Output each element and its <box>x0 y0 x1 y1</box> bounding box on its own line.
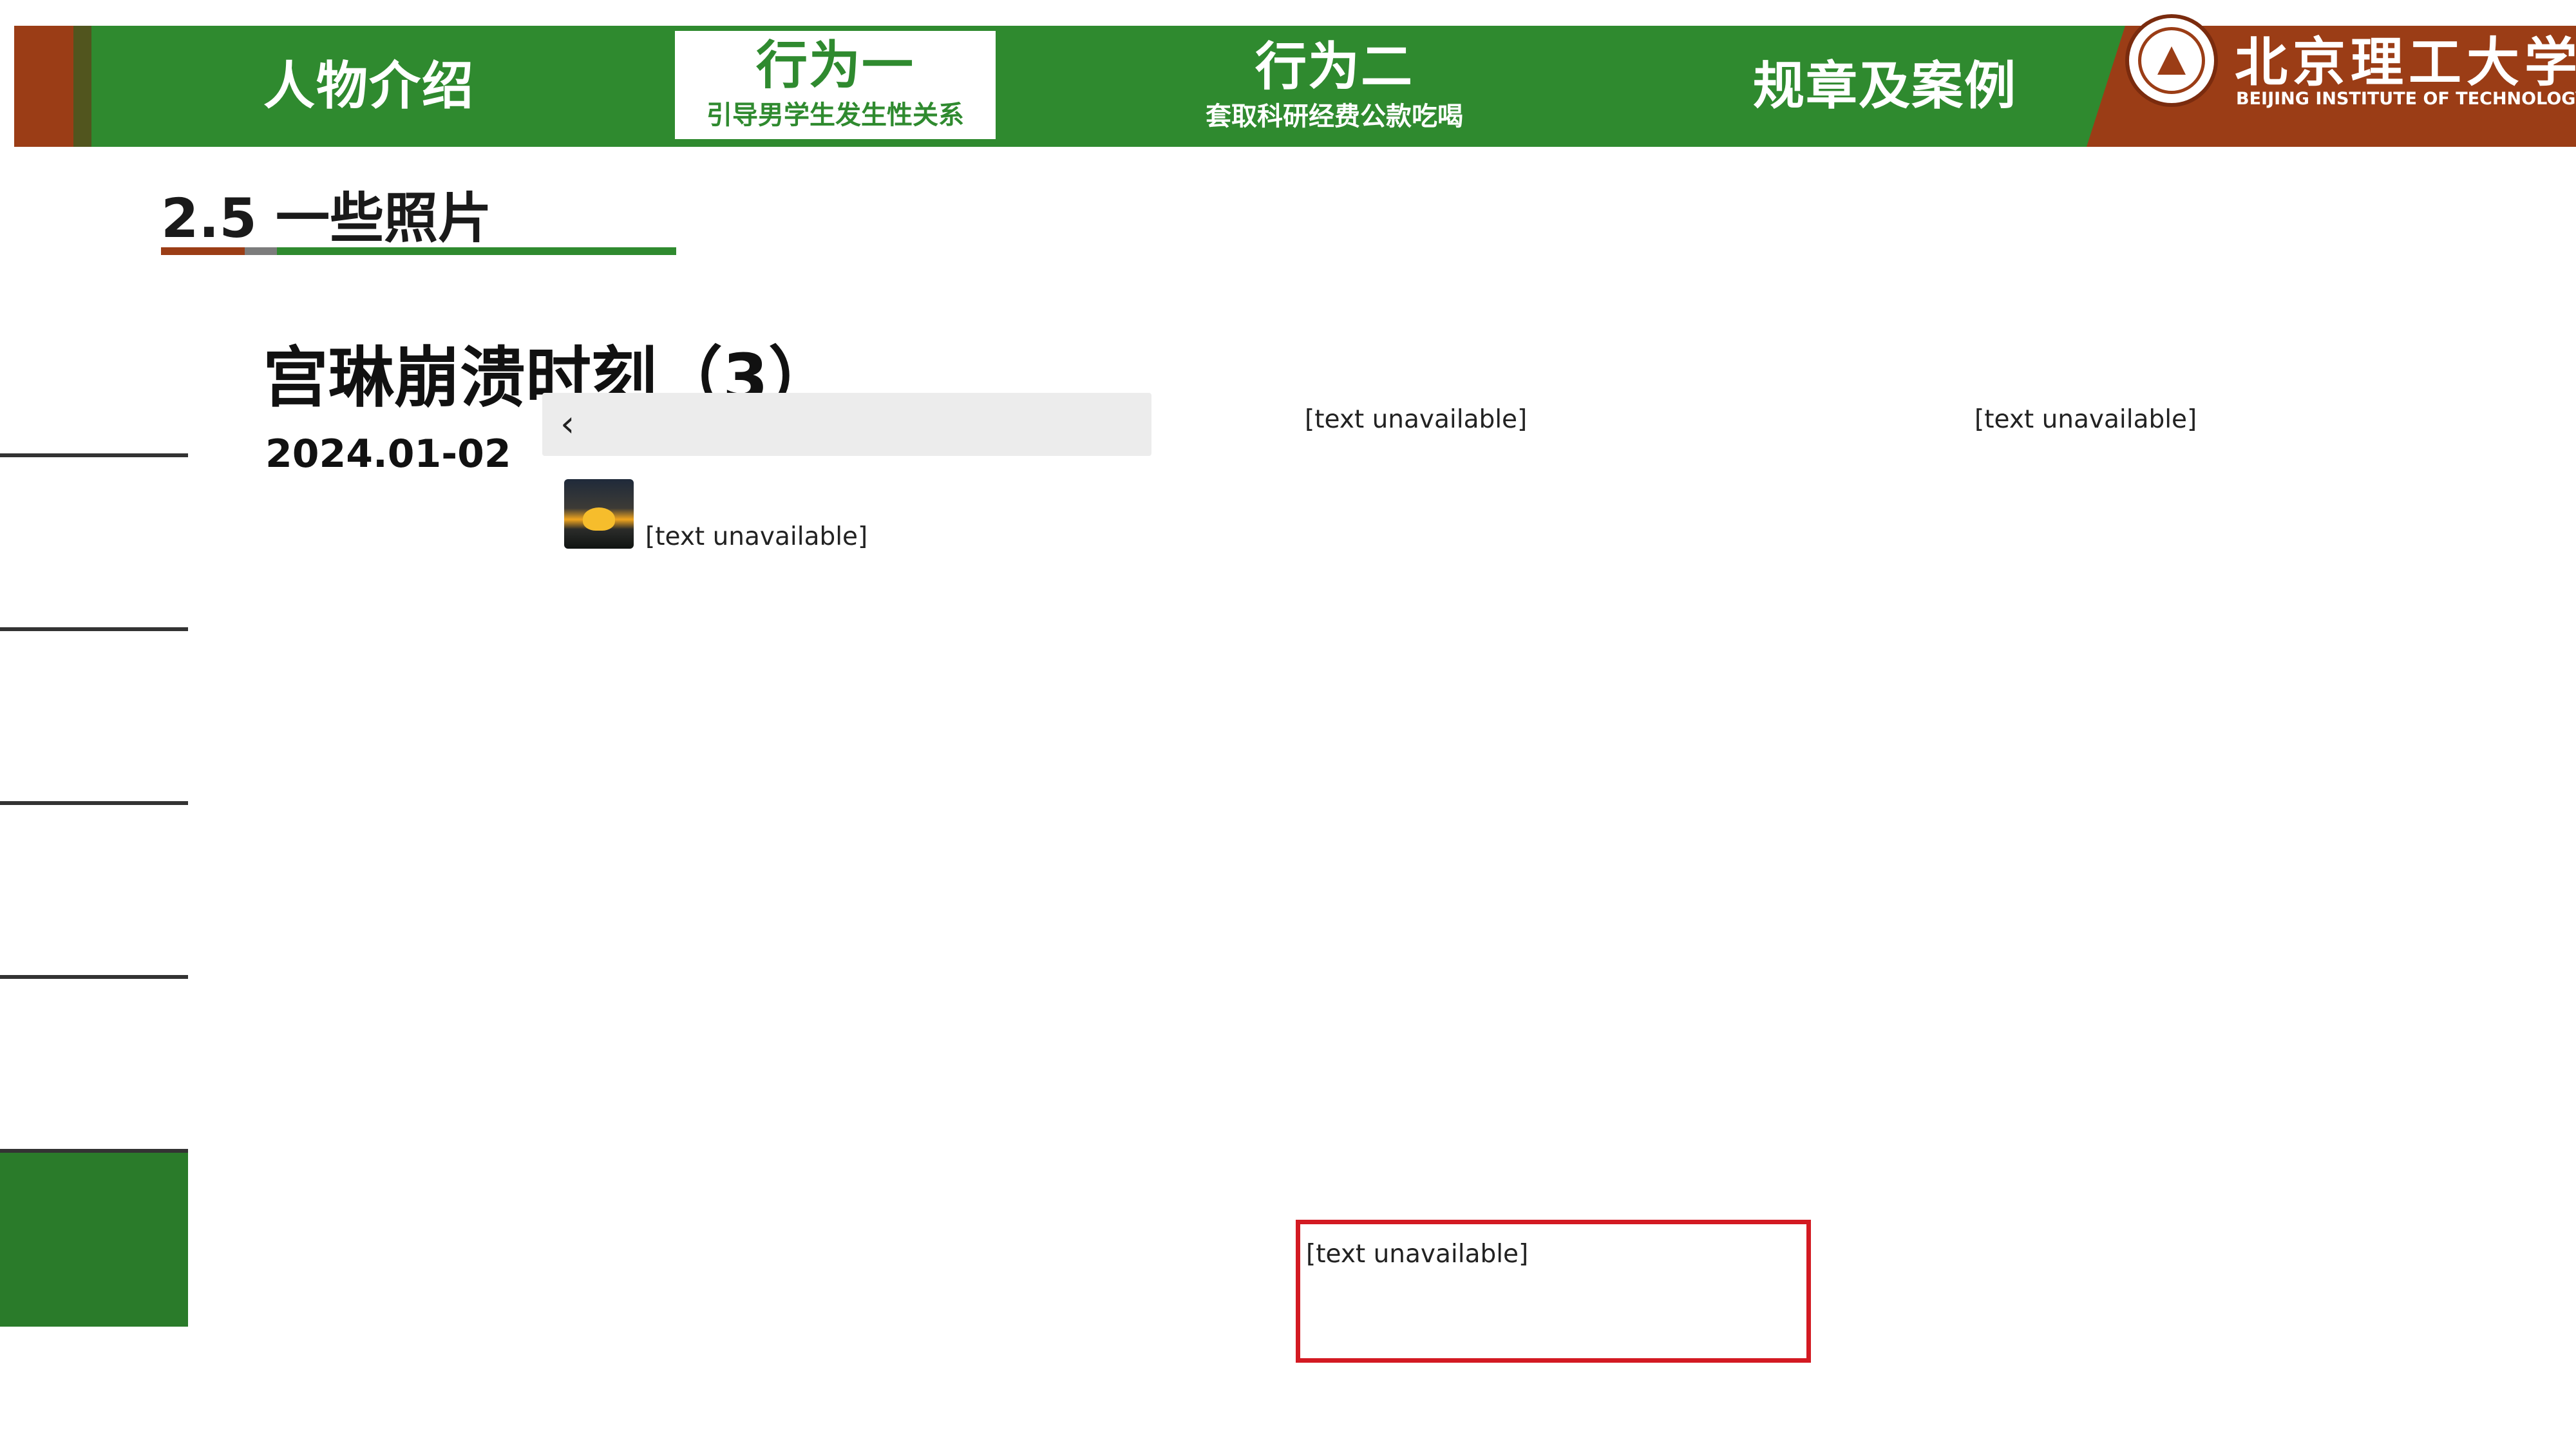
post-text-column-3: [text unavailable] <box>1975 403 2464 437</box>
post-paragraph: [text unavailable] <box>645 522 868 551</box>
tab-people-intro-title: 人物介绍 <box>263 56 475 116</box>
post-paragraph: [text unavailable] <box>1305 405 1528 434</box>
post-text-column-2: [text unavailable] <box>1305 403 1794 437</box>
tab-rules-and-cases[interactable]: 规章及案例 <box>1650 26 2120 147</box>
nav-accent-shade <box>73 26 91 147</box>
sidebar-item-stage-three[interactable] <box>0 805 188 979</box>
tab-behavior-two-title: 行为二 <box>1255 37 1414 97</box>
post-paragraph: [text unavailable] <box>1975 405 2197 434</box>
underline-gray <box>245 247 277 255</box>
sidebar-item-february-finale[interactable] <box>0 979 188 1153</box>
tab-behavior-two[interactable]: 行为二 套取科研经费公款吃喝 <box>1019 26 1650 147</box>
highlighted-paragraph: [text unavailable] <box>1306 1240 1529 1269</box>
section-title: 2.5 一些照片 <box>161 187 493 250</box>
sidebar-item-stage-one[interactable] <box>0 457 188 631</box>
university-name-cn: 北京理工大学 <box>2235 32 2576 93</box>
sunset-icon <box>583 507 615 531</box>
chevron-left-icon[interactable]: ‹ <box>560 403 592 446</box>
underline-rust <box>161 247 245 255</box>
sidebar <box>0 283 188 1327</box>
seal-ring <box>2138 27 2205 94</box>
nav-accent-block <box>14 26 73 147</box>
slide-date: 2024.01-02 <box>265 431 511 477</box>
details-header: ‹ <box>542 393 1151 456</box>
tab-people-intro[interactable]: 人物介绍 <box>91 26 647 147</box>
section-underline <box>161 247 676 255</box>
avatar[interactable] <box>564 479 634 549</box>
tab-behavior-two-subtitle: 套取科研经费公款吃喝 <box>1206 102 1463 131</box>
tab-rules-and-cases-title: 规章及案例 <box>1753 56 2017 116</box>
university-seal-icon <box>2125 14 2218 107</box>
tab-behavior-one-title: 行为一 <box>756 35 914 95</box>
sidebar-item-stage-two[interactable] <box>0 631 188 805</box>
details-title <box>542 393 1151 456</box>
seal-emblem <box>2157 46 2186 75</box>
tab-behavior-one[interactable]: 行为一 引导男学生发生性关系 <box>672 28 998 142</box>
sidebar-item-major-events[interactable] <box>0 283 188 457</box>
sidebar-item-photos[interactable] <box>0 1153 188 1327</box>
post-text-column-1: [text unavailable] <box>645 520 1135 554</box>
university-name-en: BEIJING INSTITUTE OF TECHNOLOGY <box>2236 89 2576 109</box>
underline-green <box>277 247 676 255</box>
tab-behavior-one-subtitle: 引导男学生发生性关系 <box>706 100 964 130</box>
